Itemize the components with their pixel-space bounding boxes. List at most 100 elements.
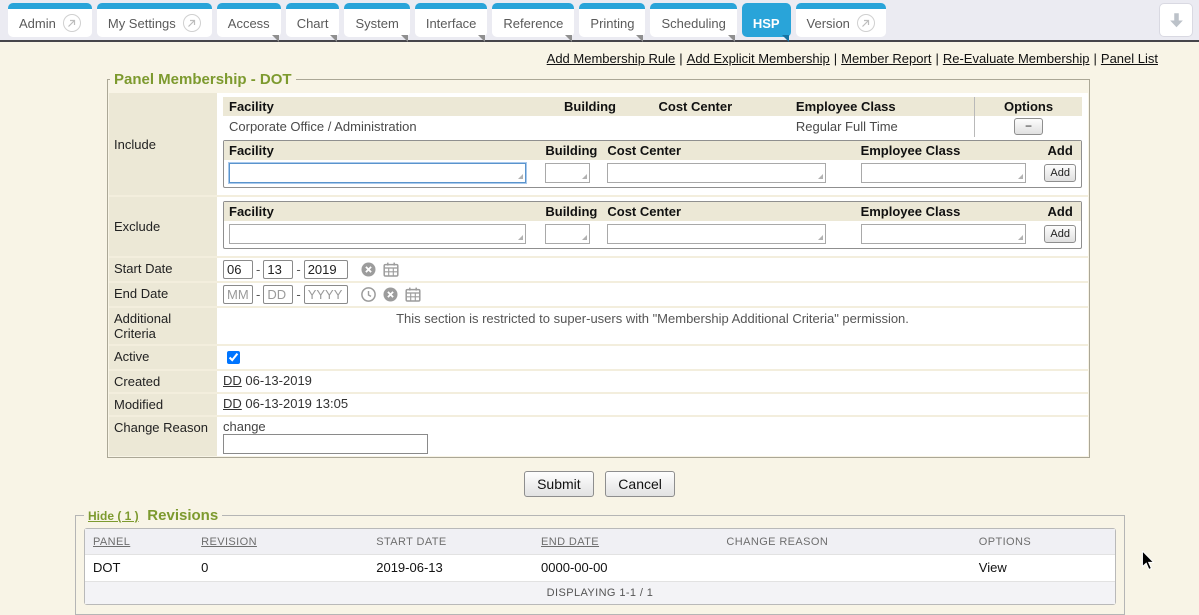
active-label: Active xyxy=(109,346,217,369)
col-employee-class: Employee Class xyxy=(790,97,975,116)
calendar-icon[interactable] xyxy=(405,287,421,302)
revisions-fieldset: Hide ( 1 ) Revisions PANEL REVISION STAR… xyxy=(75,507,1125,615)
tab-printing[interactable]: Printing xyxy=(579,3,645,37)
change-reason-note: change xyxy=(223,419,1082,434)
include-rules-table: Facility Building Cost Center Employee C… xyxy=(223,97,1082,137)
clock-icon[interactable] xyxy=(361,287,376,302)
quick-link-add-explicit-membership[interactable]: Add Explicit Membership xyxy=(687,51,830,66)
hide-revisions-link[interactable]: Hide ( 1 ) xyxy=(88,509,139,523)
exclude-add-table: Facility Building Cost Center Employee C… xyxy=(224,202,1081,248)
include-facility-input[interactable] xyxy=(229,163,526,183)
tab-label: HSP xyxy=(753,16,780,31)
tab-chart[interactable]: Chart xyxy=(286,3,340,37)
quick-links-bar: Add Membership Rule | Add Explicit Members… xyxy=(0,42,1199,71)
col-cost-center: Cost Center xyxy=(652,97,789,116)
start-date-row: Start Date - - xyxy=(109,258,1088,283)
tab-hsp[interactable]: HSP xyxy=(742,3,791,37)
change-reason-label: Change Reason xyxy=(109,417,217,456)
facility-input-wrap xyxy=(229,163,526,183)
start-date-label: Start Date xyxy=(109,258,217,281)
building-input-wrap xyxy=(545,163,589,183)
revisions-title: Revisions xyxy=(147,507,218,524)
revisions-footer-row: DISPLAYING 1-1 / 1 xyxy=(85,581,1115,604)
include-employee-class-input[interactable] xyxy=(861,163,1026,183)
facility-input-wrap xyxy=(229,224,526,244)
clear-date-icon[interactable] xyxy=(361,262,376,277)
external-link-icon[interactable] xyxy=(183,14,201,32)
external-link-icon[interactable] xyxy=(63,14,81,32)
start-month-input[interactable] xyxy=(223,260,253,279)
end-month-input[interactable] xyxy=(223,285,253,304)
calendar-icon[interactable] xyxy=(383,262,399,277)
remove-rule-button[interactable]: − xyxy=(1014,118,1043,135)
revision-number: 0 xyxy=(193,554,368,581)
revision-change-reason xyxy=(718,554,970,581)
col-revision[interactable]: REVISION xyxy=(193,529,368,554)
quick-link-member-report[interactable]: Member Report xyxy=(841,51,931,66)
mouse-cursor xyxy=(1141,551,1155,571)
external-link-icon[interactable] xyxy=(857,14,875,32)
exclude-cost-center-input[interactable] xyxy=(607,224,826,244)
tab-label: Access xyxy=(228,16,270,31)
exclude-add-button[interactable]: Add xyxy=(1044,225,1076,243)
tab-scheduling[interactable]: Scheduling xyxy=(650,3,736,37)
tab-version[interactable]: Version xyxy=(796,3,886,37)
submit-button[interactable]: Submit xyxy=(524,471,594,497)
collapse-nav-button[interactable] xyxy=(1159,3,1193,37)
exclude-facility-input[interactable] xyxy=(229,224,526,244)
quick-link-re-evaluate-membership[interactable]: Re-Evaluate Membership xyxy=(943,51,1090,66)
exclude-row: Exclude Facility Building Cost Center Em… xyxy=(109,197,1088,258)
exclude-content: Facility Building Cost Center Employee C… xyxy=(217,197,1088,256)
exclude-building-input[interactable] xyxy=(545,224,589,244)
end-day-input[interactable] xyxy=(263,285,293,304)
additional-criteria-text: This section is restricted to super-user… xyxy=(217,308,1088,344)
revision-row: DOT 0 2019-06-13 0000-00-00 View xyxy=(85,554,1115,581)
modified-user-abbr: DD xyxy=(223,396,242,411)
col-start-date: START DATE xyxy=(368,529,533,554)
include-building-input[interactable] xyxy=(545,163,589,183)
tab-admin[interactable]: Admin xyxy=(8,3,92,37)
revision-end-date: 0000-00-00 xyxy=(533,554,718,581)
active-content xyxy=(217,346,1088,369)
rule-employee-class: Regular Full Time xyxy=(790,116,975,137)
revisions-legend: Hide ( 1 ) Revisions xyxy=(84,507,222,524)
date-separator: - xyxy=(296,262,300,277)
additional-criteria-row: Additional Criteria This section is rest… xyxy=(109,308,1088,346)
col-facility: Facility xyxy=(224,141,540,160)
date-separator: - xyxy=(256,287,260,302)
exclude-add-box: Facility Building Cost Center Employee C… xyxy=(223,201,1082,249)
clear-date-icon[interactable] xyxy=(383,287,398,302)
revisions-table: PANEL REVISION START DATE END DATE CHANG… xyxy=(84,528,1116,605)
end-year-input[interactable] xyxy=(304,285,348,304)
start-year-input[interactable] xyxy=(304,260,348,279)
change-reason-row: Change Reason change xyxy=(109,417,1088,456)
col-add: Add xyxy=(1039,141,1081,160)
col-end-date[interactable]: END DATE xyxy=(533,529,718,554)
exclude-employee-class-input[interactable] xyxy=(861,224,1026,244)
change-reason-input[interactable] xyxy=(223,434,428,454)
view-revision-link[interactable]: View xyxy=(979,560,1007,575)
cancel-button[interactable]: Cancel xyxy=(605,471,675,497)
created-date: 06-13-2019 xyxy=(245,373,312,388)
quick-link-add-membership-rule[interactable]: Add Membership Rule xyxy=(547,51,676,66)
add-input-row: Add xyxy=(224,221,1081,248)
include-add-button[interactable]: Add xyxy=(1044,164,1076,182)
revision-start-date: 2019-06-13 xyxy=(368,554,533,581)
active-checkbox[interactable] xyxy=(227,351,240,364)
col-panel[interactable]: PANEL xyxy=(85,529,193,554)
add-input-row: Add xyxy=(224,160,1081,187)
add-header-row: Facility Building Cost Center Employee C… xyxy=(224,202,1081,221)
tab-system[interactable]: System xyxy=(344,3,409,37)
link-separator: | xyxy=(1094,51,1097,66)
tab-interface[interactable]: Interface xyxy=(415,3,488,37)
employee-class-input-wrap xyxy=(861,163,1026,183)
include-cost-center-input[interactable] xyxy=(607,163,826,183)
link-separator: | xyxy=(834,51,837,66)
quick-link-panel-list[interactable]: Panel List xyxy=(1101,51,1158,66)
tab-reference[interactable]: Reference xyxy=(492,3,574,37)
rule-building xyxy=(558,116,652,137)
tab-my-settings[interactable]: My Settings xyxy=(97,3,212,37)
tab-label: Scheduling xyxy=(661,16,725,31)
start-day-input[interactable] xyxy=(263,260,293,279)
tab-access[interactable]: Access xyxy=(217,3,281,37)
